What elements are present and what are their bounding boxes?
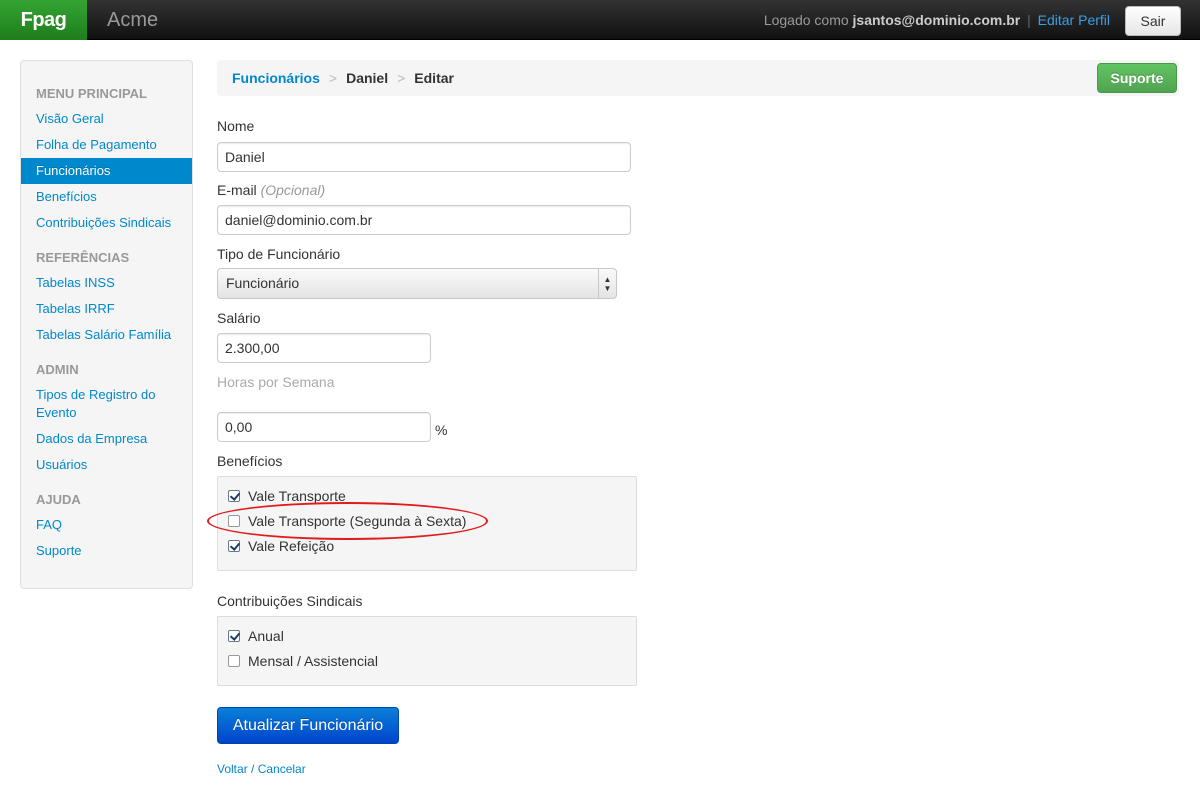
update-employee-button[interactable]: Atualizar Funcionário — [217, 707, 399, 744]
name-field[interactable]: Daniel — [217, 142, 631, 172]
email-field[interactable]: daniel@dominio.com.br — [217, 205, 631, 235]
percentage-field[interactable]: 0,00 — [217, 412, 431, 442]
company-name: Acme — [107, 9, 159, 31]
breadcrumb: Funcionários > Daniel > Editar Suporte — [217, 60, 1179, 96]
separator: | — [1027, 12, 1031, 28]
breadcrumb-divider: > — [397, 70, 406, 86]
union-option[interactable]: Anual — [228, 628, 284, 644]
name-label: Nome — [217, 118, 255, 134]
hours-per-week-label: Horas por Semana — [217, 374, 335, 390]
sidebar-item-employees[interactable]: Funcionários — [21, 158, 192, 184]
email-label-text: E-mail — [217, 182, 257, 198]
union-label: Anual — [248, 628, 284, 644]
sidebar-item-inss-tables[interactable]: Tabelas INSS — [21, 270, 192, 296]
percent-symbol: % — [435, 422, 448, 438]
email-optional-hint: (Opcional) — [260, 182, 326, 198]
union-option[interactable]: Mensal / Assistencial — [228, 653, 378, 669]
union-contributions-label: Contribuições Sindicais — [217, 593, 363, 609]
employee-type-label: Tipo de Funcionário — [217, 246, 341, 262]
sidebar-item-family-salary-tables[interactable]: Tabelas Salário Família — [21, 322, 192, 348]
sidebar-item-payroll[interactable]: Folha de Pagamento — [21, 132, 192, 158]
sidebar-header-help: AJUDA — [36, 492, 81, 507]
sidebar-item-support[interactable]: Suporte — [21, 538, 192, 564]
breadcrumb-divider: > — [328, 70, 338, 86]
edit-profile-link[interactable]: Editar Perfil — [1038, 12, 1110, 28]
salary-field[interactable]: 2.300,00 — [217, 333, 431, 363]
sidebar-item-faq[interactable]: FAQ — [21, 512, 192, 538]
benefit-option[interactable]: Vale Refeição — [228, 538, 334, 554]
breadcrumb-current: Editar — [414, 70, 454, 86]
logout-button[interactable]: Sair — [1125, 6, 1181, 36]
top-navbar: Fpag Acme Logado como jsantos@dominio.co… — [0, 0, 1200, 40]
checkbox-checked-icon[interactable] — [228, 490, 240, 502]
sidebar: MENU PRINCIPAL Visão Geral Folha de Paga… — [20, 60, 193, 589]
checkbox-unchecked-icon[interactable] — [228, 655, 240, 667]
sidebar-item-users[interactable]: Usuários — [21, 452, 192, 478]
sidebar-header-main: MENU PRINCIPAL — [36, 86, 147, 101]
sidebar-header-references: REFERÊNCIAS — [36, 250, 130, 265]
sidebar-item-benefits[interactable]: Benefícios — [21, 184, 192, 210]
sidebar-item-event-record-types[interactable]: Tipos de Registro do Evento — [21, 382, 171, 426]
breadcrumb-employees-link[interactable]: Funcionários — [232, 70, 320, 86]
employee-type-select[interactable]: Funcionário ▲ ▼ — [217, 268, 617, 299]
user-email: jsantos@dominio.com.br — [852, 12, 1021, 28]
checkbox-checked-icon[interactable] — [228, 540, 240, 552]
union-label: Mensal / Assistencial — [248, 653, 378, 669]
support-button[interactable]: Suporte — [1097, 63, 1177, 93]
sidebar-item-company-data[interactable]: Dados da Empresa — [21, 426, 192, 452]
salary-label: Salário — [217, 310, 261, 326]
logged-as-text: Logado como — [763, 12, 849, 28]
back-cancel-link[interactable]: Voltar / Cancelar — [217, 762, 306, 776]
sidebar-item-union-contributions[interactable]: Contribuições Sindicais — [21, 210, 192, 236]
employee-type-value: Funcionário — [226, 275, 300, 291]
red-highlight-ellipse — [207, 502, 488, 540]
email-label: E-mail (Opcional) — [217, 182, 325, 198]
benefits-label: Benefícios — [217, 453, 283, 469]
user-info: Logado como jsantos@dominio.com.br | Edi… — [764, 0, 1110, 40]
brand-logo[interactable]: Fpag — [0, 0, 87, 40]
breadcrumb-employee-name: Daniel — [346, 70, 389, 86]
checkbox-checked-icon[interactable] — [228, 630, 240, 642]
sidebar-item-overview[interactable]: Visão Geral — [21, 106, 192, 132]
sidebar-header-admin: ADMIN — [36, 362, 79, 377]
benefit-label: Vale Refeição — [248, 538, 335, 554]
union-checkbox-group: Anual Mensal / Assistencial — [217, 616, 637, 686]
select-arrows-icon: ▲ ▼ — [598, 269, 616, 298]
sidebar-item-irrf-tables[interactable]: Tabelas IRRF — [21, 296, 192, 322]
